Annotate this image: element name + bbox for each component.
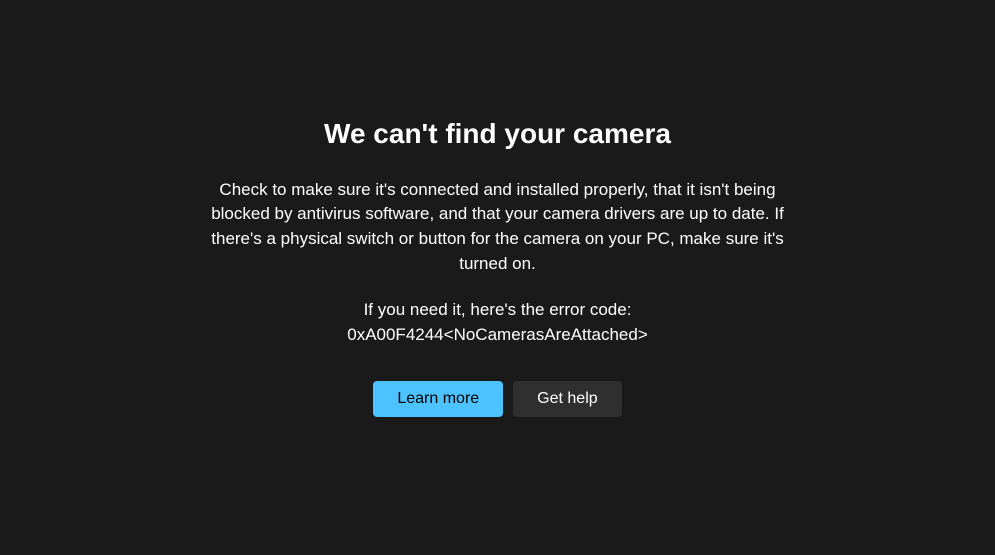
error-code: 0xA00F4244<NoCamerasAreAttached> <box>208 323 788 348</box>
learn-more-button[interactable]: Learn more <box>373 381 503 417</box>
error-code-intro: If you need it, here's the error code: <box>208 298 788 323</box>
camera-error-panel: We can't find your camera Check to make … <box>188 118 808 418</box>
get-help-button[interactable]: Get help <box>513 381 621 417</box>
error-title: We can't find your camera <box>208 118 788 150</box>
error-description: Check to make sure it's connected and in… <box>208 178 788 277</box>
button-row: Learn more Get help <box>208 381 788 417</box>
